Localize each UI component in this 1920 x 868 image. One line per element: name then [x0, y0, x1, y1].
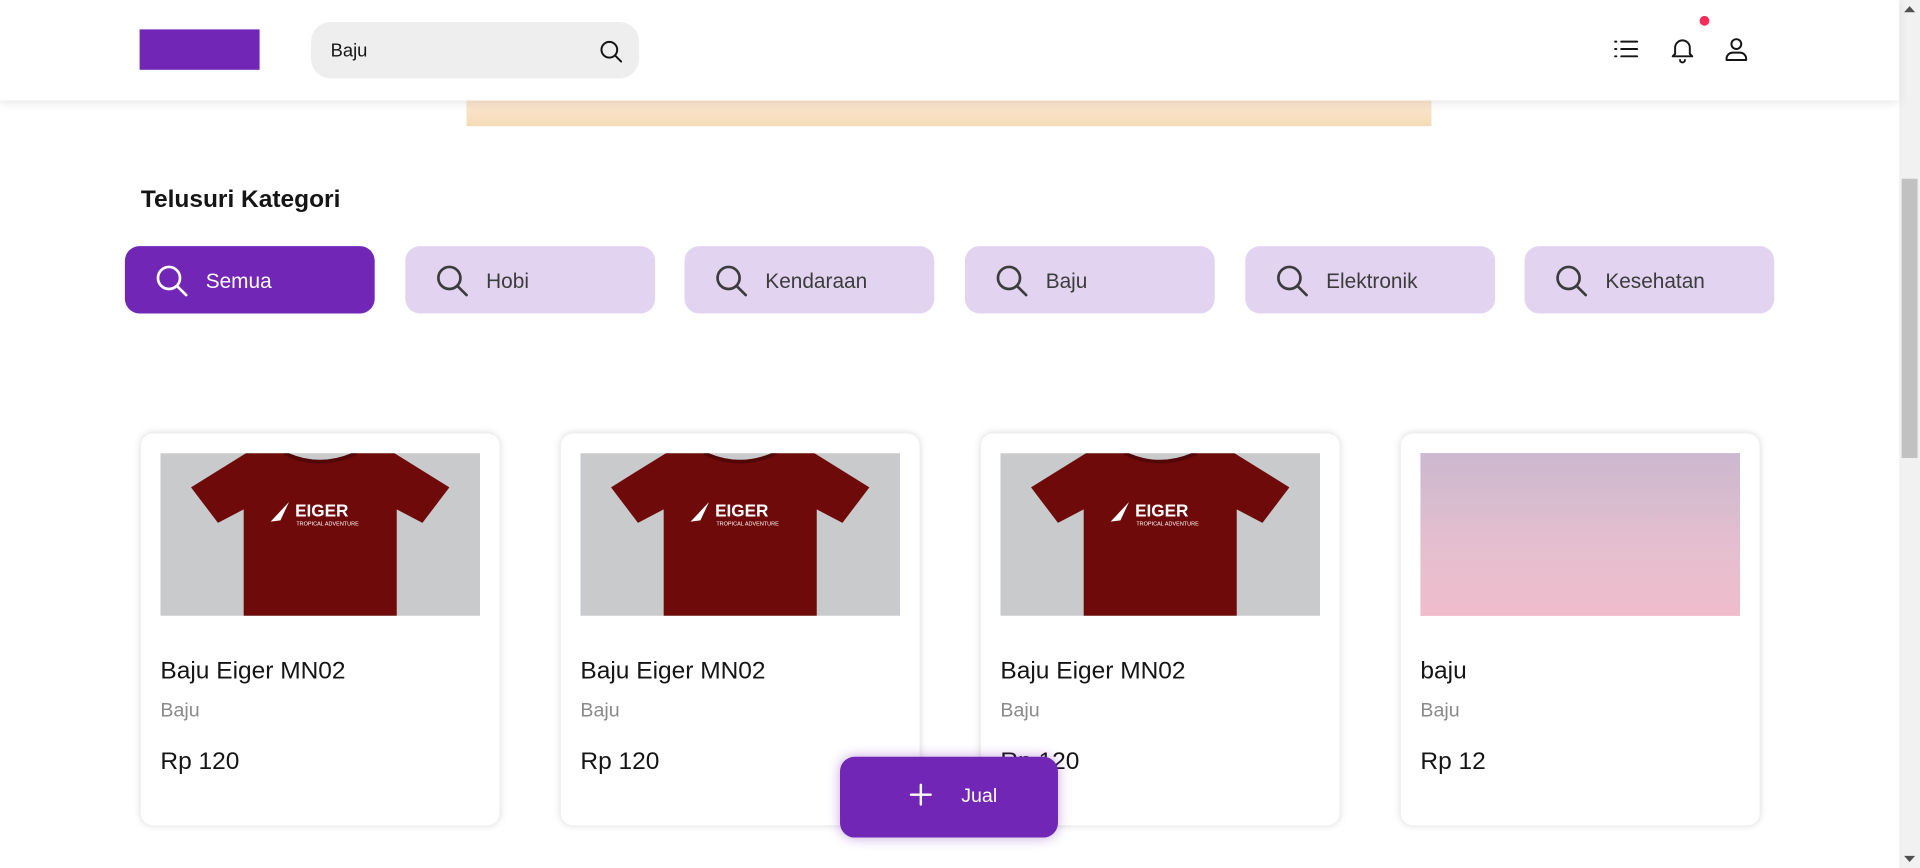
svg-text:TROPICAL ADVENTURE: TROPICAL ADVENTURE [716, 521, 779, 527]
search-bar [311, 22, 640, 79]
search-icon [437, 265, 468, 297]
product-card[interactable]: EIGER TROPICAL ADVENTURE Baju Eiger MN02… [140, 433, 500, 826]
user-icon[interactable] [1722, 34, 1751, 63]
list-icon[interactable] [1611, 34, 1640, 63]
product-category: Baju [1420, 700, 1460, 722]
page: Telusuri Kategori Semua Hobi Kendaraan B… [0, 0, 1920, 868]
product-name: baju [1420, 657, 1467, 685]
bell-icon[interactable] [1668, 34, 1697, 64]
notification-badge [1699, 15, 1710, 26]
product-image [1420, 453, 1741, 616]
product-category: Baju [1000, 700, 1040, 722]
sell-button[interactable]: Jual [840, 756, 1058, 838]
product-image: EIGER TROPICAL ADVENTURE [160, 453, 481, 616]
brand-logo[interactable] [139, 29, 260, 70]
category-button-baju[interactable]: Baju [964, 246, 1215, 314]
product-name: Baju Eiger MN02 [580, 657, 766, 685]
product-name: Baju Eiger MN02 [160, 657, 346, 685]
category-label: Baju [1045, 269, 1088, 293]
svg-text:EIGER: EIGER [1135, 501, 1189, 521]
svg-text:EIGER: EIGER [715, 501, 769, 521]
product-image: EIGER TROPICAL ADVENTURE [580, 453, 901, 616]
plus-icon [907, 781, 934, 808]
search-icon [716, 265, 748, 297]
category-button-semua[interactable]: Semua [124, 246, 375, 314]
svg-text:TROPICAL ADVENTURE: TROPICAL ADVENTURE [1136, 521, 1199, 527]
scrollbar-thumb[interactable] [1901, 178, 1918, 458]
category-label: Hobi [486, 269, 529, 293]
category-label: Kendaraan [765, 269, 868, 293]
product-price: Rp 120 [580, 748, 660, 776]
svg-text:EIGER: EIGER [295, 501, 349, 521]
product-category: Baju [160, 700, 200, 722]
category-button-kendaraan[interactable]: Kendaraan [684, 246, 935, 314]
scroll-up-icon[interactable] [1899, 0, 1920, 21]
search-input[interactable] [328, 31, 586, 69]
scroll-down-icon[interactable] [1899, 847, 1920, 868]
search-icon [996, 265, 1028, 297]
search-icon [156, 265, 188, 297]
category-button-elektronik[interactable]: Elektronik [1245, 246, 1496, 314]
vertical-scrollbar[interactable] [1899, 0, 1920, 868]
search-icon [1556, 265, 1588, 297]
category-label: Semua [205, 269, 272, 293]
category-label: Elektronik [1326, 269, 1418, 293]
product-image: EIGER TROPICAL ADVENTURE [1000, 453, 1321, 616]
search-icon [1277, 265, 1308, 297]
product-name: Baju Eiger MN02 [1000, 657, 1186, 685]
section-title: Telusuri Kategori [140, 186, 341, 214]
product-price: Rp 12 [1420, 748, 1486, 776]
category-list: Semua Hobi Kendaraan Baju Elektronik Kes… [124, 246, 1776, 314]
search-icon[interactable] [598, 38, 625, 65]
category-button-hobi[interactable]: Hobi [405, 246, 656, 314]
category-button-kesehatan[interactable]: Kesehatan [1524, 246, 1775, 314]
product-price: Rp 120 [160, 748, 240, 776]
sell-button-label: Jual [961, 786, 998, 807]
product-category: Baju [580, 700, 620, 722]
promo-banner[interactable] [466, 100, 1432, 127]
svg-text:TROPICAL ADVENTURE: TROPICAL ADVENTURE [296, 521, 359, 527]
top-navbar [0, 0, 1900, 101]
product-card[interactable]: baju Baju Rp 12 [1400, 433, 1760, 826]
category-label: Kesehatan [1605, 269, 1705, 293]
